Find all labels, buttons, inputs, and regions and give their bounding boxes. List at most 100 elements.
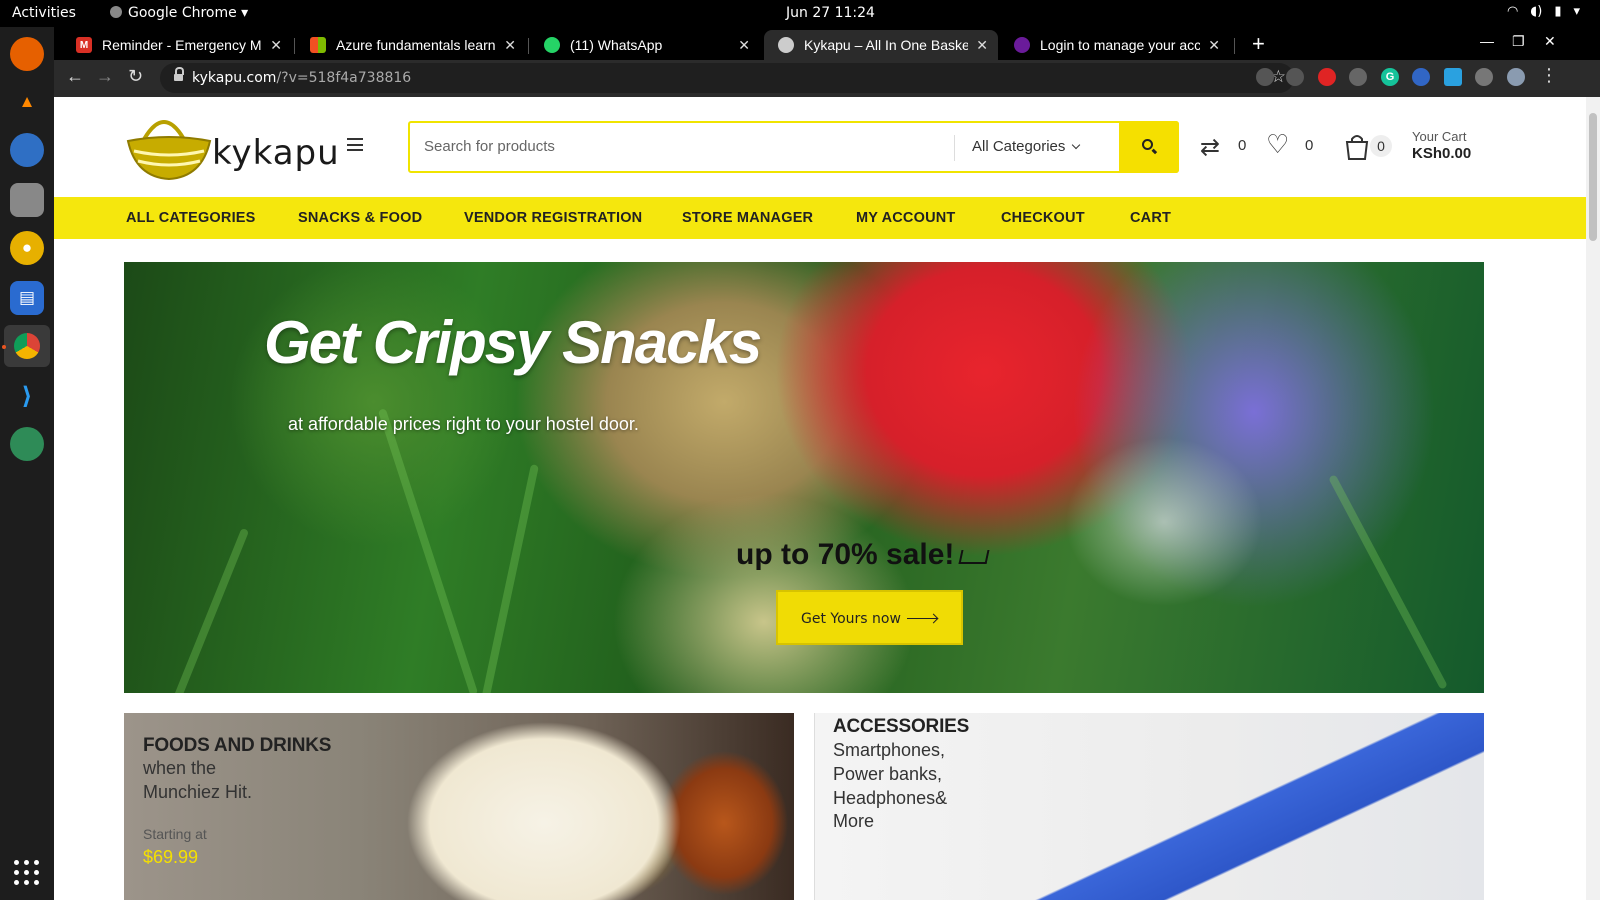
extension-icon[interactable] <box>1286 68 1304 86</box>
cta-label: Get Yours now <box>801 611 901 627</box>
close-window-icon[interactable]: ✕ <box>1544 33 1556 50</box>
rhythmbox-icon[interactable]: ● <box>10 231 44 265</box>
shopping-bag-icon[interactable] <box>1344 133 1370 161</box>
promo-starting-label: Starting at <box>143 826 207 842</box>
writer-icon[interactable]: ▤ <box>10 281 44 315</box>
battery-icon: ▮ <box>1554 4 1562 19</box>
running-indicator <box>2 345 6 349</box>
vlc-icon[interactable]: ▲ <box>10 85 44 119</box>
address-bar[interactable]: kykapu.com/?v=518f4a738816 ☆ <box>160 63 1294 93</box>
tab-separator <box>528 38 529 54</box>
system-tray[interactable]: ◠ ◖) ▮ ▾ <box>1507 4 1580 19</box>
promo-price: $69.99 <box>143 847 199 867</box>
extension-icon[interactable] <box>1444 68 1462 86</box>
compare-icon[interactable]: ⇄ <box>1200 133 1220 162</box>
hero-banner[interactable]: Get Cripsy Snacks at affordable prices r… <box>124 262 1484 693</box>
app-menu[interactable]: Google Chrome ▾ <box>110 5 248 21</box>
clock[interactable]: Jun 27 11:24 <box>786 5 875 21</box>
close-tab-icon[interactable]: ✕ <box>976 37 988 54</box>
tab-title: Azure fundamentals learn <box>336 37 496 53</box>
extension-icon[interactable] <box>1412 68 1430 86</box>
promo-text: More <box>833 811 875 831</box>
android-studio-icon[interactable] <box>10 427 44 461</box>
nav-cart[interactable]: CART <box>1130 210 1171 226</box>
tab-separator <box>1234 38 1235 54</box>
category-select[interactable]: All Categories <box>972 138 1081 155</box>
arrow-right-icon <box>906 617 937 619</box>
activities-button[interactable]: Activities <box>12 5 76 21</box>
nav-snacks-food[interactable]: SNACKS & FOOD <box>298 210 422 226</box>
gmail-icon: M <box>76 37 92 53</box>
promo-text: Headphones& <box>833 788 948 808</box>
promo-text: Smartphones, <box>833 740 946 760</box>
forward-icon[interactable]: → <box>96 66 114 87</box>
logo-wordmark: kykapu <box>212 133 340 173</box>
tab-kykapu[interactable]: Kykapu – All In One Baske ✕ <box>764 30 998 60</box>
grass-blade <box>1328 474 1448 690</box>
menu-kebab-icon[interactable]: ⋮ <box>1540 65 1558 86</box>
search-button[interactable] <box>1119 121 1179 173</box>
chrome-icon <box>110 6 122 18</box>
minimize-icon[interactable]: — <box>1480 33 1494 49</box>
main-navigation: ALL CATEGORIES SNACKS & FOOD VENDOR REGI… <box>54 197 1586 239</box>
promo-foods-drinks[interactable]: FOODS AND DRINKS when the Munchiez Hit. … <box>124 713 794 900</box>
search-icon <box>1142 139 1153 150</box>
hamburger-menu-icon[interactable] <box>347 138 363 151</box>
whatsapp-icon <box>544 37 560 53</box>
browser-toolbar: ← → ↻ kykapu.com/?v=518f4a738816 ☆ G ⋮ <box>54 60 1600 97</box>
promo-accessories[interactable]: ACCESSORIES Smartphones, Power banks, He… <box>814 713 1484 900</box>
tab-azure[interactable]: Azure fundamentals learn ✕ <box>296 30 526 60</box>
nav-my-account[interactable]: MY ACCOUNT <box>856 210 955 226</box>
tab-gmail[interactable]: M Reminder - Emergency Ma ✕ <box>62 30 292 60</box>
wishlist-heart-icon[interactable]: ♡ <box>1266 129 1289 160</box>
search-input[interactable]: Search for products <box>424 138 555 155</box>
grammarly-icon[interactable]: G <box>1381 68 1399 86</box>
promo-heading: FOODS AND DRINKS <box>143 735 332 756</box>
compare-count: 0 <box>1238 137 1247 154</box>
dock: ▲ ● ▤ ⟩ <box>0 27 54 900</box>
nav-store-manager[interactable]: STORE MANAGER <box>682 210 813 226</box>
vscode-icon[interactable]: ⟩ <box>10 379 44 413</box>
firefox-icon[interactable] <box>10 37 44 71</box>
close-tab-icon[interactable]: ✕ <box>738 37 750 54</box>
show-applications-icon[interactable] <box>14 860 40 886</box>
site-logo[interactable]: kykapu <box>124 107 339 185</box>
hero-sale-text: up to 70% sale! <box>736 538 990 572</box>
close-tab-icon[interactable]: ✕ <box>1208 37 1220 54</box>
tab-title: Login to manage your acc <box>1040 37 1201 53</box>
close-tab-icon[interactable]: ✕ <box>270 37 282 54</box>
nav-vendor-registration[interactable]: VENDOR REGISTRATION <box>464 210 642 226</box>
power-menu-icon: ▾ <box>1573 4 1580 19</box>
volume-icon: ◖) <box>1530 4 1543 19</box>
chrome-dock-icon[interactable] <box>4 325 50 367</box>
reload-icon[interactable]: ↻ <box>128 66 143 87</box>
scrollbar-thumb[interactable] <box>1589 113 1597 241</box>
thunderbird-icon[interactable] <box>10 133 44 167</box>
system-top-bar: Activities Google Chrome ▾ Jun 27 11:24 … <box>0 0 1600 27</box>
adblock-icon[interactable] <box>1318 68 1336 86</box>
get-yours-now-button[interactable]: Get Yours now <box>776 590 963 645</box>
app-menu-label: Google Chrome <box>128 5 237 21</box>
extensions-puzzle-icon[interactable] <box>1475 68 1493 86</box>
page-scrollbar[interactable] <box>1586 97 1600 900</box>
url-path: /?v=518f4a738816 <box>276 70 412 86</box>
extension-icon[interactable] <box>1349 68 1367 86</box>
grass-blade <box>166 527 250 693</box>
grass-blade <box>477 464 539 693</box>
nav-checkout[interactable]: CHECKOUT <box>1001 210 1085 226</box>
nav-all-categories[interactable]: ALL CATEGORIES <box>126 210 256 226</box>
extension-icon[interactable] <box>1256 68 1274 86</box>
hero-title: Get Cripsy Snacks <box>264 309 762 376</box>
profile-avatar[interactable] <box>1507 68 1525 86</box>
close-tab-icon[interactable]: ✕ <box>504 37 516 54</box>
cart-total[interactable]: KSh0.00 <box>1412 145 1471 162</box>
tab-login[interactable]: Login to manage your acc ✕ <box>1000 30 1230 60</box>
back-icon[interactable]: ← <box>66 66 84 87</box>
microsoft-icon <box>310 37 326 53</box>
category-select-label: All Categories <box>972 138 1066 155</box>
tab-whatsapp[interactable]: (11) WhatsApp ✕ <box>530 30 760 60</box>
tab-strip: M Reminder - Emergency Ma ✕ Azure fundam… <box>54 27 1600 60</box>
restore-icon[interactable]: ❐ <box>1512 33 1525 50</box>
files-icon[interactable] <box>10 183 44 217</box>
new-tab-button[interactable]: + <box>1252 31 1265 57</box>
